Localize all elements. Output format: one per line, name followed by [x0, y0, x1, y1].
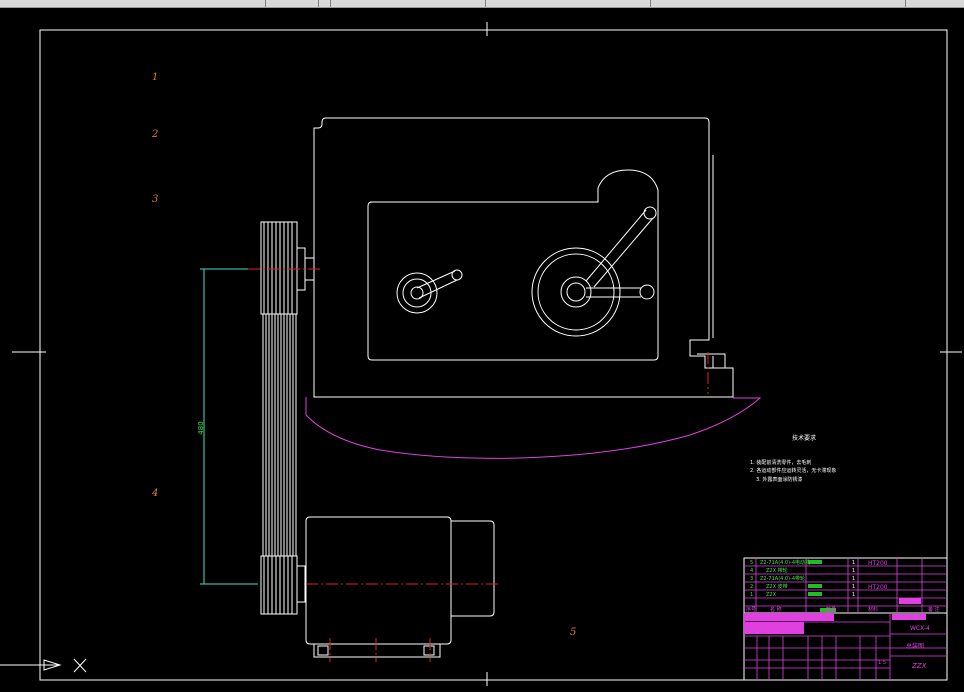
electric-motor	[305, 516, 495, 658]
toolbar-separator	[318, 0, 319, 7]
large-handwheel	[531, 206, 657, 337]
toolbar-separator	[905, 0, 906, 7]
toolbar-separator	[265, 0, 266, 7]
header-name: 名 称	[770, 606, 782, 613]
tech-req-item-1: 1. 装配前清洗零件，去毛刺	[750, 459, 811, 466]
part-qty-4: 1	[852, 584, 855, 590]
part-qty-2: 1	[852, 568, 855, 574]
part-no-1: 5	[750, 560, 753, 566]
balloon-labels: 1 2 3 4 5	[151, 72, 576, 638]
part-name-3: Z2-71A(4.0)-4带轮	[760, 575, 805, 582]
part-qty-5: 1	[852, 592, 855, 598]
technical-requirements: 技术要求 1. 装配前清洗零件，去毛刺 2. 各运动部件应运转灵活，无卡滞现象 …	[750, 434, 836, 483]
balloon-5: 5	[570, 627, 576, 638]
header-remark: 备 注	[928, 606, 940, 613]
machine-housing	[313, 117, 734, 398]
part-qty-3: 1	[852, 576, 855, 582]
balloon-4: 4	[151, 488, 158, 499]
toolbar-separator	[330, 0, 331, 7]
cad-drawing-canvas[interactable]: 1 2 3 4 5 480 技术要求 1. 装配前清洗零件，去毛刺 2. 各运动…	[0, 8, 964, 692]
drawing-number: WCX-4	[910, 625, 930, 632]
assembly-name: 总装图	[906, 642, 924, 650]
tech-req-title: 技术要求	[792, 434, 816, 442]
drawing-scale: 1:5	[878, 660, 886, 666]
tech-req-item-2: 2. 各运动部件应运转灵活，无卡滞现象	[750, 467, 836, 474]
header-qty: 数量	[826, 606, 836, 613]
small-handwheel	[396, 269, 463, 314]
balloon-2: 2	[151, 129, 158, 140]
toolbar-separator	[650, 0, 651, 7]
toolbar-separator	[485, 0, 486, 7]
part-name-4: Z2X 皮带	[766, 583, 788, 590]
header-no: 序号	[746, 606, 756, 613]
centerlines	[248, 268, 709, 662]
part-no-5: 1	[750, 592, 753, 598]
part-name-5: Z2X	[766, 592, 777, 598]
part-qty-1: 1	[852, 560, 855, 566]
title-block: 5 Z2-71A(4.0)-4电动机 1 HT200 4 Z2X 带轮 1 3 …	[743, 557, 948, 681]
machine-base	[305, 397, 762, 459]
ucs-icon	[0, 658, 87, 673]
part-no-4: 2	[750, 584, 753, 590]
school-name: ZZX	[911, 662, 927, 670]
part-name-2: Z2X 带轮	[766, 567, 788, 574]
window-toolbar-strip	[0, 0, 964, 8]
part-mat-1: HT200	[868, 560, 888, 567]
part-no-3: 3	[750, 576, 753, 582]
dimension-value: 480	[197, 421, 205, 434]
balloon-3: 3	[152, 194, 158, 205]
tech-req-item-3: 3. 外露表面涂防锈漆	[756, 476, 802, 483]
header-material: 材料	[868, 606, 878, 613]
balloon-1: 1	[152, 72, 158, 83]
part-name-1: Z2-71A(4.0)-4电动机	[760, 559, 810, 566]
part-no-2: 4	[750, 568, 753, 574]
dimension-height	[200, 268, 258, 585]
part-mat-3: HT200	[868, 584, 888, 591]
